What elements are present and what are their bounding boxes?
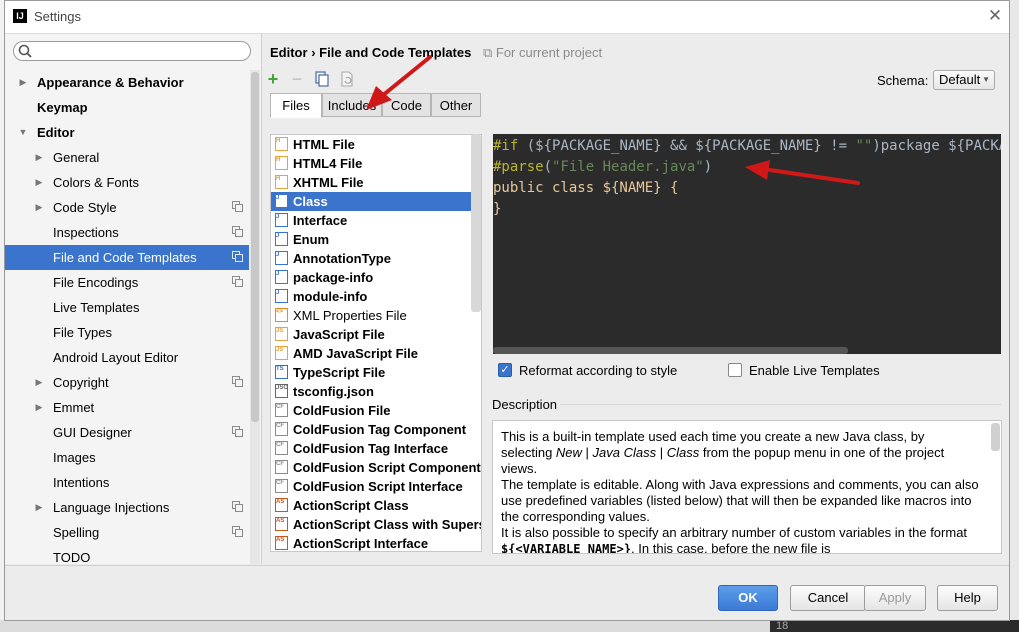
annotation-arrows xyxy=(366,55,860,185)
arrow-to-parse-line xyxy=(745,160,860,185)
arrow-to-includes-tab xyxy=(366,55,432,110)
